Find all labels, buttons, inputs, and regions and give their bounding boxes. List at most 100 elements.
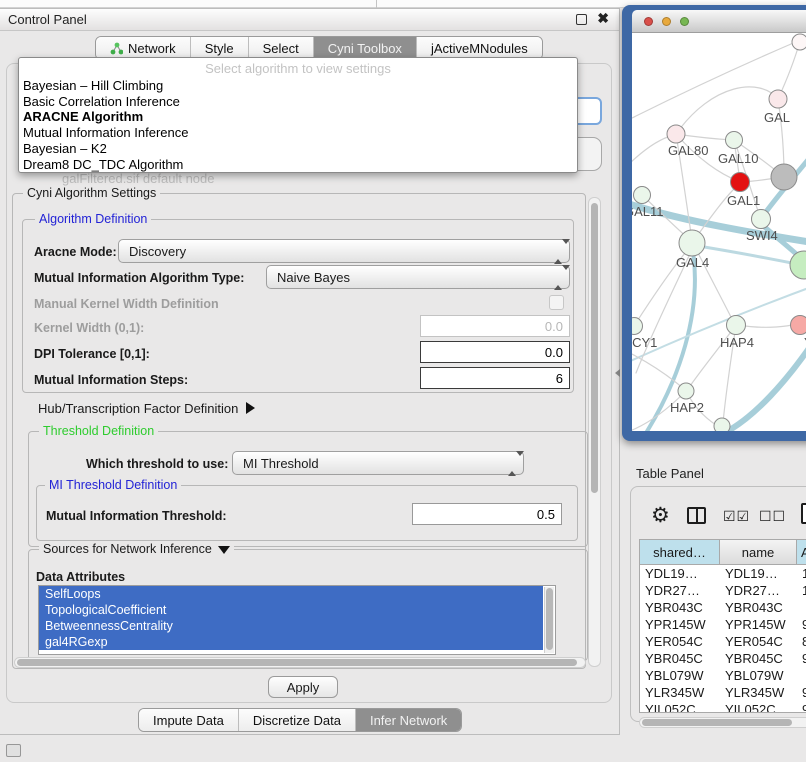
table-cell: 9. [797,684,806,701]
network-node[interactable] [726,132,743,149]
network-node[interactable] [752,210,771,229]
tab-label: Style [205,41,234,56]
network-node[interactable] [714,418,730,431]
network-edge [676,87,778,134]
data-attributes-list[interactable]: SelfLoopsTopologicalCoefficientBetweenne… [38,585,556,655]
network-node[interactable] [769,90,787,108]
network-node[interactable] [632,318,643,335]
network-node[interactable] [790,251,806,279]
table-hscrollbar[interactable] [639,717,806,728]
aracne-mode-label: Aracne Mode: [34,245,117,259]
table-cell: YIL052C [640,701,720,712]
network-node[interactable] [792,34,806,50]
table-row[interactable]: YIL052CYIL052C9. [640,701,806,712]
hub-definition-toggle[interactable]: Hub/Transcription Factor Definition [38,401,255,416]
checked-boxes-icon[interactable]: ☑☑ [723,508,750,525]
network-graph: GALGAL80GAL10GAL1GAL11SWI4GAL4GCY1HAP4YH… [632,33,806,431]
window-grip-icon[interactable] [6,744,21,757]
network-node[interactable] [727,316,746,335]
network-node[interactable] [791,316,806,335]
mi-type-select[interactable]: Naive Bayes [266,265,570,289]
algorithm-option[interactable]: Basic Correlation Inference [23,94,180,109]
table-cell: YDL19… [640,565,720,582]
close-icon[interactable]: ✖ [597,10,609,27]
dpi-tolerance-input[interactable] [420,341,570,363]
threshold-definition-title: Threshold Definition [39,424,158,438]
which-threshold-select[interactable]: MI Threshold [232,451,524,475]
close-traffic-light-icon[interactable] [644,17,653,26]
mi-steps-input[interactable] [420,367,570,389]
table-cell: YLR345W [720,684,797,701]
network-window-titlebar[interactable] [632,10,806,33]
tab-cyni-toolbox[interactable]: Cyni Toolbox [314,37,417,59]
which-threshold-label: Which threshold to use: [86,457,228,471]
tab-discretize-data[interactable]: Discretize Data [239,709,356,731]
algorithm-option[interactable]: Dream8 DC_TDC Algorithm [23,157,183,172]
algorithm-option[interactable]: Bayesian – K2 [23,141,107,156]
kernel-width-input[interactable] [420,315,570,337]
attribute-list-item[interactable]: TopologicalCoefficient [39,602,543,618]
tab-jactivemnodules[interactable]: jActiveMNodules [417,37,542,59]
network-node[interactable] [679,230,705,256]
mi-threshold-group-title: MI Threshold Definition [45,478,181,492]
mi-threshold-input[interactable] [412,503,562,525]
table-row[interactable]: YLR345WYLR345W9. [640,684,806,701]
table-column-header[interactable]: shared… [640,540,720,564]
settings-vscrollbar[interactable] [588,197,601,667]
table-cell: YDL19… [720,565,797,582]
network-canvas[interactable]: GALGAL80GAL10GAL1GAL11SWI4GAL4GCY1HAP4YH… [632,33,806,431]
network-edge [738,325,792,327]
minimize-traffic-light-icon[interactable] [662,17,671,26]
tab-network[interactable]: Network [96,37,191,59]
settings-hscrollbar[interactable] [14,657,586,668]
node-label: GAL4 [676,255,709,270]
expanded-arrow-icon [218,546,230,554]
tab-infer-network[interactable]: Infer Network [356,709,461,731]
table-row[interactable]: YDR27…YDR27…12 [640,582,806,599]
manual-kernel-checkbox[interactable] [549,295,564,310]
table-row[interactable]: YBL079WYBL079W [640,667,806,684]
tab-impute-data[interactable]: Impute Data [139,709,239,731]
network-view-window[interactable]: GALGAL80GAL10GAL1GAL11SWI4GAL4GCY1HAP4YH… [622,5,806,441]
columns-icon[interactable] [687,507,706,524]
table-row[interactable]: YDL19…YDL19…13 [640,565,806,582]
aracne-mode-select[interactable]: Discovery [118,239,570,263]
table-cell: YBL079W [640,667,720,684]
tab-label: Cyni Toolbox [328,41,402,56]
tab-select[interactable]: Select [249,37,314,59]
network-node[interactable] [634,187,651,204]
table-cell: YBL079W [720,667,797,684]
network-node[interactable] [678,383,694,399]
document-icon[interactable] [801,503,806,524]
dpi-tolerance-label: DPI Tolerance [0,1]: [34,347,150,361]
sources-group-title[interactable]: Sources for Network Inference [39,542,234,556]
table-column-header[interactable]: name [720,540,797,564]
network-node[interactable] [771,164,797,190]
table-row[interactable]: YER054CYER054C8. [640,633,806,650]
table-row[interactable]: YPR145WYPR145W9. [640,616,806,633]
gear-icon[interactable]: ⚙ [651,503,670,528]
algorithm-option[interactable]: Mutual Information Inference [23,125,188,140]
control-panel: Control Panel ✖ NetworkStyleSelectCyni T… [0,8,620,735]
table-row[interactable]: YBR045CYBR045C9. [640,650,806,667]
table-cell [797,667,806,684]
node-label: GAL80 [668,143,708,158]
panel-divider-arrow-icon[interactable] [615,369,620,377]
network-node[interactable] [667,125,685,143]
algorithm-definition-title: Algorithm Definition [35,212,151,226]
network-node[interactable] [731,173,750,192]
apply-button[interactable]: Apply [268,676,338,698]
tab-style[interactable]: Style [191,37,249,59]
attribute-list-item[interactable]: BetweennessCentrality [39,618,543,634]
algorithm-option[interactable]: Bayesian – Hill Climbing [23,78,163,93]
algorithm-option[interactable]: ARACNE Algorithm [23,109,143,124]
float-window-icon[interactable] [576,14,587,25]
attribute-list-item[interactable]: gal4RGexp [39,634,543,650]
attribute-list-item[interactable]: SelfLoops [39,586,543,602]
data-attributes-label: Data Attributes [36,570,125,584]
zoom-traffic-light-icon[interactable] [680,17,689,26]
unchecked-boxes-icon[interactable]: ☐☐ [759,508,786,525]
table-row[interactable]: YBR043CYBR043C [640,599,806,616]
table-column-header[interactable]: A [797,540,806,564]
attributes-scrollbar[interactable] [544,587,554,653]
